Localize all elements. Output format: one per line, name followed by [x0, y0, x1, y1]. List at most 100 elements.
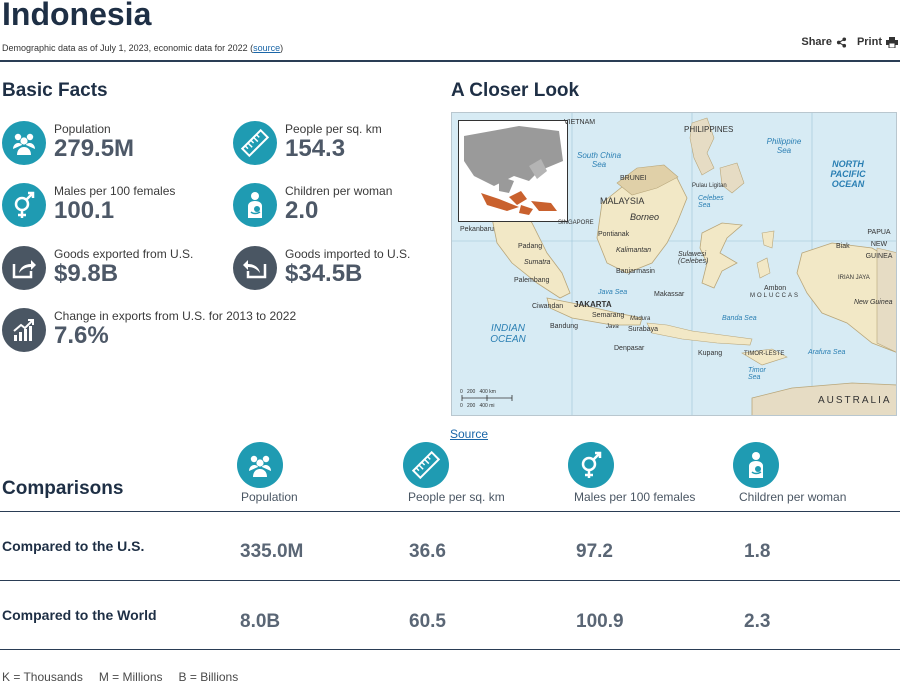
- table-cell: 60.5: [409, 611, 446, 632]
- fact-value: $34.5B: [285, 260, 363, 287]
- fact-label: Goods imported to U.S.: [285, 247, 411, 261]
- map-label-celebes-sea: Celebes Sea: [698, 195, 724, 209]
- indonesia-map[interactable]: VIETNAM PHILIPPINES Philippine Sea South…: [451, 112, 897, 416]
- map-label-papua: PAPUA NEW GUINEA: [865, 229, 893, 260]
- mother-child-icon: [233, 183, 277, 227]
- export-icon: [2, 246, 46, 290]
- map-label-banda-sea: Banda Sea: [722, 315, 757, 322]
- people-icon: [237, 442, 283, 488]
- share-label: Share: [801, 36, 832, 48]
- import-icon: [233, 246, 277, 290]
- map-label-timor-leste: TIMOR-LESTE: [744, 351, 785, 357]
- table-cell: 335.0M: [240, 541, 304, 562]
- table-cell: 97.2: [576, 541, 613, 562]
- source-link[interactable]: source: [253, 43, 280, 53]
- subtitle-text: Demographic data as of July 1, 2023, eco…: [2, 43, 254, 53]
- fact-label: Population: [54, 122, 111, 136]
- map-label-semarang: Semarang: [592, 312, 625, 319]
- subtitle-close: ): [280, 43, 284, 53]
- basic-facts-heading: Basic Facts: [2, 80, 108, 101]
- fact-label: Goods exported from U.S.: [54, 247, 194, 261]
- map-label-australia: AUSTRALIA: [818, 395, 892, 406]
- print-button[interactable]: Print: [857, 36, 898, 48]
- map-label-sumatra: Sumatra: [524, 259, 551, 266]
- map-label-ciwandan: Ciwandan: [532, 303, 564, 310]
- printer-icon: [886, 36, 898, 48]
- map-label-philippines: PHILIPPINES: [684, 125, 734, 134]
- legend-item: K = Thousands: [2, 670, 83, 684]
- legend-item: B = Billions: [178, 670, 239, 684]
- map-label-pontianak: Pontianak: [598, 231, 630, 238]
- map-label-kalimantan: Kalimantan: [616, 247, 652, 254]
- closer-look-heading: A Closer Look: [451, 80, 580, 101]
- map-label-arafura: Arafura Sea: [808, 349, 846, 356]
- map-label-java-sea: Java Sea: [598, 289, 628, 296]
- map-label-singapore: SINGAPORE: [558, 220, 594, 226]
- column-header: Males per 100 females: [574, 490, 696, 504]
- fact-males: Males per 100 females 100.1: [2, 183, 175, 227]
- fact-label: Children per woman: [285, 184, 393, 198]
- table-cell: 36.6: [409, 541, 446, 562]
- map-label-padang: Padang: [518, 243, 543, 250]
- column-header: Population: [241, 490, 298, 504]
- share-button[interactable]: Share: [801, 36, 847, 48]
- fact-export-change: Change in exports from U.S. for 2013 to …: [2, 308, 296, 352]
- header-divider: [0, 60, 900, 62]
- table-divider: [0, 580, 900, 581]
- ruler-icon: [403, 442, 449, 488]
- map-scale-km: 0 200 400 km: [460, 389, 496, 395]
- map-label-banjarmasin: Banjarmasin: [616, 268, 655, 275]
- map-label-biak: Biak: [836, 243, 850, 250]
- row-label-world: Compared to the World: [2, 607, 157, 623]
- map-label-malaysia: MALAYSIA: [600, 196, 645, 206]
- people-icon: [2, 121, 46, 165]
- column-header: People per sq. km: [408, 490, 505, 504]
- map-label-new-guinea: New Guinea: [854, 299, 893, 306]
- map-source-link[interactable]: Source: [450, 427, 488, 441]
- map-label-moluccas: MOLUCCAS: [750, 293, 801, 299]
- map-label-jakarta: JAKARTA: [574, 300, 612, 309]
- map-label-makassar: Makassar: [654, 291, 685, 298]
- units-legend: K = Thousands M = Millions B = Billions: [2, 670, 238, 684]
- fact-children: Children per woman 2.0: [233, 183, 392, 227]
- fact-label: People per sq. km: [285, 122, 382, 136]
- map-label-java: Java: [606, 324, 619, 330]
- fact-value: 7.6%: [54, 322, 109, 349]
- map-label-pekanbaru: Pekanbaru: [460, 226, 494, 233]
- map-label-kupang: Kupang: [698, 350, 723, 357]
- fact-value: 2.0: [285, 197, 319, 224]
- map-label-denpasar: Denpasar: [614, 345, 645, 352]
- map-label-irian: IRIAN JAYA: [838, 275, 870, 281]
- map-label-ambon: Ambon: [764, 285, 787, 292]
- fact-value: 100.1: [54, 197, 115, 224]
- page-actions: Share Print: [801, 36, 898, 48]
- table-divider: [0, 511, 900, 512]
- map-label-philippine-sea: Philippine Sea: [766, 137, 802, 155]
- fact-exports: Goods exported from U.S. $9.8B: [2, 246, 193, 290]
- fact-value: $9.8B: [54, 260, 119, 287]
- fact-density: People per sq. km 154.3: [233, 121, 382, 165]
- fact-imports: Goods imported to U.S. $34.5B: [233, 246, 410, 290]
- comparisons-heading: Comparisons: [2, 478, 124, 499]
- map-label-brunei: BRUNEI: [620, 175, 647, 182]
- row-label-us: Compared to the U.S.: [2, 538, 145, 554]
- legend-item: M = Millions: [98, 670, 163, 684]
- fact-value: 279.5M: [54, 135, 135, 162]
- table-cell: 8.0B: [240, 611, 281, 632]
- fact-population: Population 279.5M: [2, 121, 134, 165]
- share-icon: [836, 36, 847, 48]
- map-label-north-pacific: NORTH PACIFIC OCEAN: [830, 159, 866, 189]
- page-subtitle: Demographic data as of July 1, 2023, eco…: [2, 43, 283, 53]
- table-cell: 1.8: [744, 541, 771, 562]
- map-label-bandung: Bandung: [550, 323, 579, 330]
- map-label-indian-ocean: INDIAN OCEAN: [490, 323, 526, 345]
- print-label: Print: [856, 36, 882, 48]
- map-label-pulau: Pulau Ligitan: [692, 183, 727, 189]
- mother-child-icon: [733, 442, 779, 488]
- table-divider: [0, 649, 900, 650]
- map-label-south-china-sea: South China Sea: [576, 151, 622, 169]
- fact-label: Change in exports from U.S. for 2013 to …: [54, 309, 297, 323]
- map-label-borneo: Borneo: [630, 212, 660, 222]
- map-label-timor-sea: Timor Sea: [748, 367, 766, 381]
- fact-label: Males per 100 females: [54, 184, 176, 198]
